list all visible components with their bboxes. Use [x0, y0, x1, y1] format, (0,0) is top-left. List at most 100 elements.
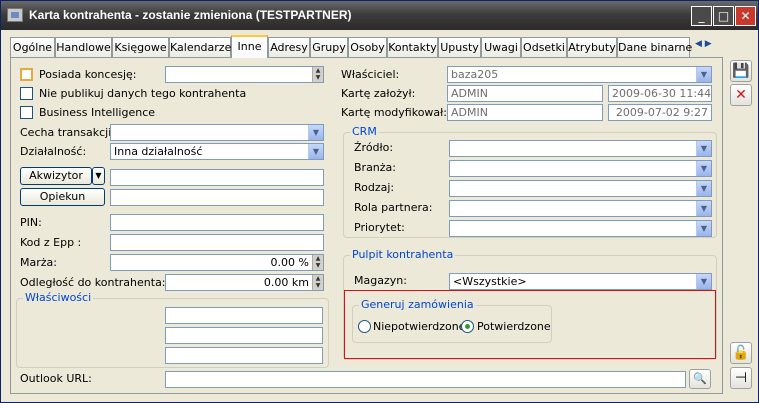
save-icon[interactable]: 💾	[730, 60, 752, 82]
odleglosc-value: 0.00 km	[263, 276, 309, 289]
wlasciwosci-field-3[interactable]	[165, 347, 323, 364]
tab-scroll-arrows[interactable]: ◀ ▶	[695, 39, 721, 55]
tab-osoby[interactable]: Osoby	[348, 37, 387, 57]
tab-ksiegowe[interactable]: Księgowe	[112, 37, 169, 57]
kod-epp-label: Kod z Epp :	[20, 236, 82, 249]
tab-ogolne[interactable]: Ogólne	[10, 37, 55, 57]
odleglosc-label: Odległość do kontrahenta:	[20, 276, 166, 289]
title-bar[interactable]: Karta kontrahenta - zostanie zmieniona (…	[1, 1, 758, 30]
tab-atrybuty[interactable]: Atrybuty	[567, 37, 617, 57]
karte-zalozyl-label: Kartę założył:	[341, 87, 416, 100]
chevron-down-icon[interactable]: ▼	[696, 67, 711, 82]
chevron-down-icon[interactable]: ▼	[308, 125, 323, 140]
search-icon[interactable]: 🔍	[689, 369, 711, 389]
crm-title: CRM	[350, 125, 379, 138]
generuj-zamowienia-group: Generuj zamówienia Niepotwierdzone Potwi…	[352, 298, 552, 343]
zrodlo-label: Źródło:	[354, 141, 394, 154]
tab-kalendarze[interactable]: Kalendarze	[169, 37, 231, 57]
chevron-down-icon[interactable]: ▼	[696, 181, 711, 196]
rola-partnera-select[interactable]: ▼	[449, 200, 712, 217]
maximize-button[interactable]: □	[713, 6, 734, 26]
generuj-zamowienia-title: Generuj zamówienia	[359, 298, 476, 311]
odleglosc-spinner[interactable]: ▲ ▼	[312, 275, 323, 290]
wlasciwosci-title: Właściwości	[23, 291, 94, 304]
branza-label: Branża:	[354, 161, 397, 174]
marza-spinner[interactable]: ▲ ▼	[312, 255, 323, 270]
opiekun-input[interactable]	[110, 189, 324, 206]
wlasciwosci-group: Właściwości	[16, 291, 329, 368]
pin-label: PIN:	[20, 216, 42, 229]
wlasciwosci-field-1[interactable]	[165, 307, 323, 324]
akwizytor-dropdown-button[interactable]: ▼	[92, 167, 105, 185]
chevron-down-icon[interactable]: ▼	[696, 201, 711, 216]
pulpit-title: Pulpit kontrahenta	[350, 248, 456, 261]
nie-publikuj-label: Nie publikuj danych tego kontrahenta	[39, 87, 247, 100]
app-icon	[7, 8, 23, 22]
inne-panel: Posiada koncesję: ▲ ▼ Nie publikuj danych…	[10, 57, 723, 394]
chevron-down-icon[interactable]: ▼	[696, 274, 711, 289]
tab-uwagi[interactable]: Uwagi	[481, 37, 521, 57]
chevron-down-icon[interactable]: ▼	[696, 221, 711, 236]
marza-label: Marża:	[20, 256, 57, 269]
kod-epp-input[interactable]	[110, 234, 324, 251]
window-title: Karta kontrahenta - zostanie zmieniona (…	[29, 8, 352, 22]
rodzaj-select[interactable]: ▼	[449, 180, 712, 197]
wlasciciel-select[interactable]: baza205 ▼	[447, 66, 712, 83]
rola-partnera-label: Rola partnera:	[354, 201, 433, 214]
akwizytor-button[interactable]: Akwizytor	[20, 167, 92, 185]
minimize-button[interactable]: _	[691, 6, 712, 26]
nie-publikuj-checkbox[interactable]	[20, 87, 33, 100]
tab-odsetki[interactable]: Odsetki	[521, 37, 567, 57]
outlook-url-label: Outlook URL:	[20, 372, 92, 385]
karte-modyfikowal-user: ADMIN	[447, 104, 603, 121]
niepotwierdzone-label: Niepotwierdzone	[373, 320, 466, 333]
branza-select[interactable]: ▼	[449, 160, 712, 177]
pin-icon[interactable]: ⊣	[730, 367, 752, 389]
magazyn-select[interactable]: <Wszystkie> ▼	[449, 273, 712, 290]
priorytet-select[interactable]: ▼	[449, 220, 712, 237]
niepotwierdzone-radio[interactable]	[358, 320, 371, 333]
wlasciwosci-field-2[interactable]	[165, 327, 323, 344]
wlasciciel-value: baza205	[451, 68, 499, 81]
dzialalnosc-value: Inna działalność	[114, 145, 203, 158]
tab-inne[interactable]: Inne	[231, 35, 268, 58]
outlook-url-input[interactable]	[165, 371, 686, 388]
opiekun-button[interactable]: Opiekun	[20, 188, 105, 206]
zrodlo-select[interactable]: ▼	[449, 140, 712, 157]
tab-adresy[interactable]: Adresy	[268, 37, 310, 57]
crm-group: CRM Źródło: ▼ Branża: ▼ Rodzaj: ▼ Rola p…	[343, 125, 717, 238]
close-button[interactable]: ✕	[735, 6, 756, 26]
lock-icon[interactable]: 🔓	[730, 342, 752, 364]
cecha-transakcji-select[interactable]: ▼	[110, 124, 324, 141]
tab-upusty[interactable]: Upusty	[438, 37, 481, 57]
magazyn-value: <Wszystkie>	[453, 275, 527, 288]
wlasciciel-label: Właściciel:	[341, 68, 400, 81]
karte-modyfikowal-label: Kartę modyfikował:	[341, 106, 448, 119]
pin-input[interactable]	[110, 214, 324, 231]
cancel-icon[interactable]: ✕	[730, 84, 752, 106]
akwizytor-input[interactable]	[110, 169, 324, 186]
magazyn-label: Magazyn:	[354, 274, 407, 287]
tab-handlowe[interactable]: Handlowe	[55, 37, 112, 57]
dzialalnosc-select[interactable]: Inna działalność ▼	[110, 143, 324, 160]
koncesja-input[interactable]: ▲ ▼	[165, 66, 324, 83]
business-intelligence-checkbox[interactable]	[20, 106, 33, 119]
potwierdzone-label: Potwierdzone	[477, 320, 551, 333]
chevron-down-icon[interactable]: ▼	[696, 161, 711, 176]
marza-value: 0.00 %	[270, 256, 309, 269]
business-intelligence-label: Business Intelligence	[39, 106, 156, 119]
marza-input[interactable]: 0.00 % ▲ ▼	[110, 254, 324, 271]
koncesja-spinner[interactable]: ▲ ▼	[312, 67, 323, 82]
cecha-transakcji-label: Cecha transakcji:	[20, 126, 115, 139]
odleglosc-input[interactable]: 0.00 km ▲ ▼	[165, 274, 324, 291]
rodzaj-label: Rodzaj:	[354, 181, 395, 194]
chevron-down-icon[interactable]: ▼	[696, 141, 711, 156]
priorytet-label: Priorytet:	[354, 221, 405, 234]
contractor-card-window: Karta kontrahenta - zostanie zmieniona (…	[0, 0, 759, 403]
chevron-down-icon[interactable]: ▼	[308, 144, 323, 159]
tab-kontakty[interactable]: Kontakty	[387, 37, 438, 57]
potwierdzone-radio[interactable]	[461, 320, 474, 333]
posiada-koncesje-checkbox[interactable]	[20, 68, 33, 81]
tab-grupy[interactable]: Grupy	[310, 37, 348, 57]
tab-dane-binarne[interactable]: Dane binarne	[617, 37, 692, 57]
